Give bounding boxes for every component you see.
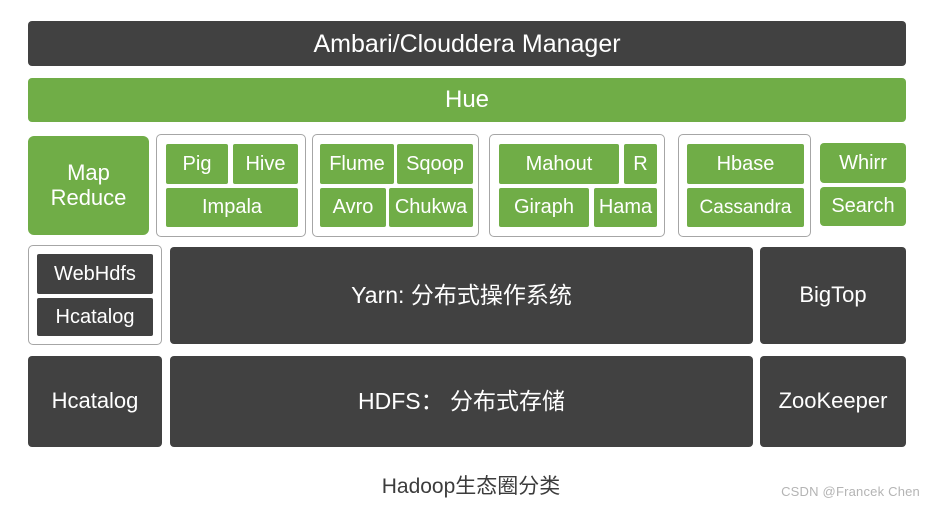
hadoop-ecosystem-diagram: Ambari/Clouddera Manager Hue Map Reduce … xyxy=(0,0,942,514)
ingest-tools-group: Flume Sqoop Avro Chukwa xyxy=(312,134,479,237)
watermark-text: CSDN @Francek Chen xyxy=(781,484,920,499)
tool-box-avro: Avro xyxy=(320,188,386,227)
tool-box-hive: Hive xyxy=(233,144,298,184)
hcatalog-box: Hcatalog xyxy=(28,356,162,447)
nosql-tools-group: Hbase Cassandra xyxy=(678,134,811,237)
tool-box-impala: Impala xyxy=(166,188,298,227)
tool-box-r: R xyxy=(624,144,657,184)
tool-box-webhdfs: WebHdfs xyxy=(37,254,153,294)
tool-box-mahout: Mahout xyxy=(499,144,619,184)
tool-box-cassandra: Cassandra xyxy=(687,188,804,227)
tool-box-hbase: Hbase xyxy=(687,144,804,184)
mapreduce-box: Map Reduce xyxy=(28,136,149,235)
yarn-layer: Yarn: 分布式操作系统 xyxy=(170,247,753,344)
tool-box-chukwa: Chukwa xyxy=(389,188,473,227)
query-tools-group: Pig Hive Impala xyxy=(156,134,306,237)
hdfs-layer: HDFS： 分布式存储 xyxy=(170,356,753,447)
metadata-tools-group: WebHdfs Hcatalog xyxy=(28,245,162,345)
tool-box-flume: Flume xyxy=(320,144,394,184)
hue-banner: Hue xyxy=(28,78,906,122)
tool-box-pig: Pig xyxy=(166,144,228,184)
tool-box-hcatalog-upper: Hcatalog xyxy=(37,298,153,336)
tool-box-sqoop: Sqoop xyxy=(397,144,473,184)
tool-box-hama: Hama xyxy=(594,188,657,227)
tool-box-giraph: Giraph xyxy=(499,188,589,227)
tool-box-whirr: Whirr xyxy=(820,143,906,183)
management-banner: Ambari/Clouddera Manager xyxy=(28,21,906,66)
bigtop-box: BigTop xyxy=(760,247,906,344)
zookeeper-box: ZooKeeper xyxy=(760,356,906,447)
analytics-tools-group: Mahout R Giraph Hama xyxy=(489,134,665,237)
tool-box-search: Search xyxy=(820,187,906,226)
